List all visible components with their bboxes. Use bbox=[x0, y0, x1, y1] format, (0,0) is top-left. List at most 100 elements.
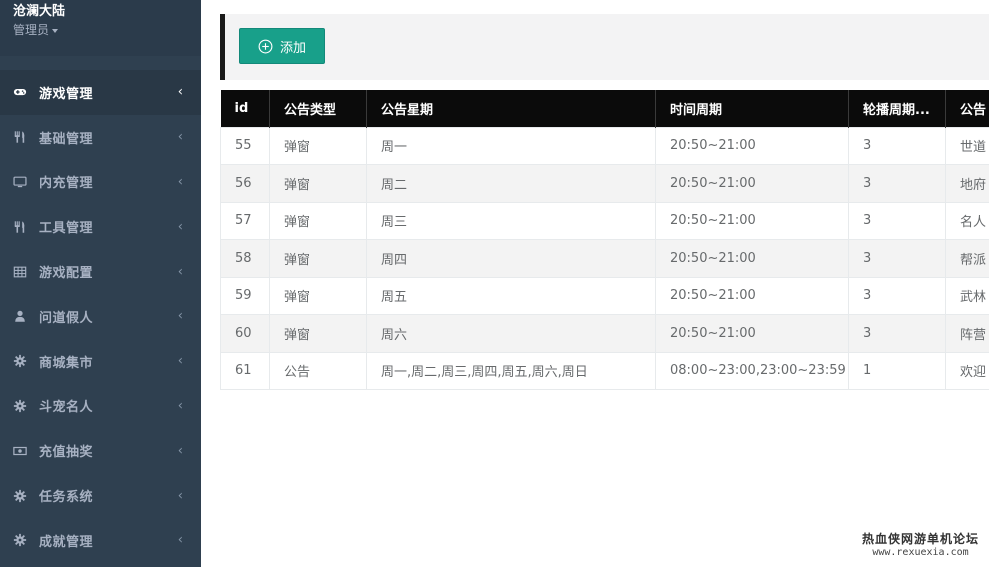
table-cell: 名人 bbox=[945, 201, 989, 240]
main-content: 添加 id 公告类型 公告星期 时间周期 轮播周期... 公告 55 弹窗 周一 20:50~2… bbox=[201, 0, 989, 567]
money-icon bbox=[13, 444, 27, 458]
sidebar-item-label: 游戏管理 bbox=[39, 86, 94, 102]
announcement-table: id 公告类型 公告星期 时间周期 轮播周期... 公告 55 弹窗 周一 20:50~21:0… bbox=[220, 90, 989, 390]
column-header[interactable]: 时间周期 bbox=[655, 90, 849, 127]
gamepad-icon bbox=[13, 85, 27, 99]
table-cell: 20:50~21:00 bbox=[655, 126, 849, 165]
sidebar-menu: 游戏管理 ‹ 基础管理 ‹ 内充管理 ‹ 工具管理 ‹ 游戏配置 ‹ 问道假人 ‹ 商城集市 ‹ 斗宠名人 ‹… bbox=[0, 70, 201, 563]
table-cell: 3 bbox=[848, 239, 946, 278]
table-cell: 20:50~21:00 bbox=[655, 201, 849, 240]
desktop-icon bbox=[13, 175, 27, 189]
table-cell: 周二 bbox=[366, 164, 656, 203]
table-row[interactable]: 57 弹窗 周三 20:50~21:00 3 名人 bbox=[220, 201, 989, 240]
table-cell: 56 bbox=[220, 164, 270, 203]
sidebar-item-label: 成就管理 bbox=[39, 534, 94, 550]
role-dropdown[interactable]: 管理员 bbox=[13, 20, 201, 40]
chevron-left-icon: ‹ bbox=[177, 443, 183, 459]
column-header[interactable]: 轮播周期... bbox=[848, 90, 946, 127]
gear-icon bbox=[13, 399, 27, 413]
table-row[interactable]: 59 弹窗 周五 20:50~21:00 3 武林 bbox=[220, 276, 989, 315]
sidebar-item-1[interactable]: 游戏管理 ‹ bbox=[0, 70, 201, 115]
table-cell: 公告 bbox=[269, 351, 367, 390]
chevron-left-icon: ‹ bbox=[177, 264, 183, 280]
sidebar-item-10[interactable]: 任务系统 ‹ bbox=[0, 473, 201, 518]
chevron-left-icon: ‹ bbox=[177, 488, 183, 504]
chevron-left-icon: ‹ bbox=[177, 129, 183, 145]
sidebar-item-label: 商城集市 bbox=[39, 355, 94, 371]
table-row[interactable]: 56 弹窗 周二 20:50~21:00 3 地府 bbox=[220, 164, 989, 203]
caret-down-icon bbox=[52, 28, 59, 33]
column-header[interactable]: 公告星期 bbox=[366, 90, 656, 127]
chevron-left-icon: ‹ bbox=[177, 308, 183, 324]
table-cell: 3 bbox=[848, 126, 946, 165]
table-cell: 弹窗 bbox=[269, 201, 367, 240]
table-cell: 3 bbox=[848, 314, 946, 353]
role-label: 管理员 bbox=[13, 23, 50, 37]
chevron-left-icon: ‹ bbox=[177, 353, 183, 369]
sidebar-item-label: 游戏配置 bbox=[39, 266, 94, 282]
sidebar-item-8[interactable]: 斗宠名人 ‹ bbox=[0, 384, 201, 429]
sidebar-item-label: 任务系统 bbox=[39, 490, 94, 506]
column-header[interactable]: 公告类型 bbox=[269, 90, 367, 127]
forum-watermark: 热血侠网游单机论坛 www.rexuexia.com bbox=[862, 533, 979, 559]
table-cell: 3 bbox=[848, 164, 946, 203]
sidebar-item-3[interactable]: 内充管理 ‹ bbox=[0, 160, 201, 205]
gear-icon bbox=[13, 533, 27, 547]
table-cell: 弹窗 bbox=[269, 164, 367, 203]
sidebar-item-label: 充值抽奖 bbox=[39, 445, 94, 461]
table-cell: 1 bbox=[848, 351, 946, 390]
sidebar-item-label: 工具管理 bbox=[39, 221, 94, 237]
table-cell: 弹窗 bbox=[269, 276, 367, 315]
table-cell: 3 bbox=[848, 201, 946, 240]
chevron-left-icon: ‹ bbox=[177, 532, 183, 548]
column-header[interactable]: 公告 bbox=[945, 90, 989, 127]
table-cell: 20:50~21:00 bbox=[655, 239, 849, 278]
sidebar-item-11[interactable]: 成就管理 ‹ bbox=[0, 518, 201, 563]
table-cell: 3 bbox=[848, 276, 946, 315]
table-cell: 周四 bbox=[366, 239, 656, 278]
sidebar-item-label: 斗宠名人 bbox=[39, 400, 94, 416]
table-row[interactable]: 55 弹窗 周一 20:50~21:00 3 世道 bbox=[220, 126, 989, 165]
sidebar-item-7[interactable]: 商城集市 ‹ bbox=[0, 339, 201, 384]
add-button-label: 添加 bbox=[279, 40, 306, 56]
sidebar-item-2[interactable]: 基础管理 ‹ bbox=[0, 115, 201, 160]
watermark-title: 热血侠网游单机论坛 bbox=[861, 532, 979, 546]
table-row[interactable]: 61 公告 周一,周二,周三,周四,周五,周六,周日 08:00~23:00,23:0… bbox=[220, 351, 989, 390]
table-row[interactable]: 58 弹窗 周四 20:50~21:00 3 帮派 bbox=[220, 239, 989, 278]
sidebar-item-4[interactable]: 工具管理 ‹ bbox=[0, 204, 201, 249]
table-cell: 世道 bbox=[945, 126, 989, 165]
sidebar-item-5[interactable]: 游戏配置 ‹ bbox=[0, 249, 201, 294]
watermark-url: www.rexuexia.com bbox=[872, 547, 969, 558]
sidebar-item-9[interactable]: 充值抽奖 ‹ bbox=[0, 428, 201, 473]
table-cell: 弹窗 bbox=[269, 314, 367, 353]
sidebar-item-label: 问道假人 bbox=[39, 310, 94, 326]
cutlery-icon bbox=[13, 220, 27, 234]
chevron-left-icon: ‹ bbox=[177, 84, 183, 100]
table-cell: 58 bbox=[220, 239, 270, 278]
table-cell: 弹窗 bbox=[269, 126, 367, 165]
add-button[interactable]: 添加 bbox=[239, 28, 325, 64]
table-cell: 周一,周二,周三,周四,周五,周六,周日 bbox=[366, 351, 656, 390]
sidebar-item-label: 基础管理 bbox=[39, 131, 94, 147]
table-cell: 周一 bbox=[366, 126, 656, 165]
gear-icon bbox=[13, 354, 27, 368]
table-cell: 帮派 bbox=[945, 239, 989, 278]
table-cell: 周五 bbox=[366, 276, 656, 315]
chevron-left-icon: ‹ bbox=[177, 219, 183, 235]
column-header[interactable]: id bbox=[220, 90, 270, 127]
table-icon bbox=[13, 265, 27, 279]
brand-title: 沧澜大陆 bbox=[13, 4, 66, 19]
brand-area: 沧澜大陆 管理员 bbox=[0, 0, 201, 56]
table-cell: 55 bbox=[220, 126, 270, 165]
sidebar-item-6[interactable]: 问道假人 ‹ bbox=[0, 294, 201, 339]
table-cell: 周三 bbox=[366, 201, 656, 240]
table-cell: 阵营 bbox=[945, 314, 989, 353]
table-cell: 武林 bbox=[945, 276, 989, 315]
table-cell: 地府 bbox=[945, 164, 989, 203]
table-cell: 61 bbox=[220, 351, 270, 390]
table-cell: 周六 bbox=[366, 314, 656, 353]
gear-icon bbox=[13, 489, 27, 503]
table-row[interactable]: 60 弹窗 周六 20:50~21:00 3 阵营 bbox=[220, 314, 989, 353]
table-cell: 60 bbox=[220, 314, 270, 353]
table-header-row: id 公告类型 公告星期 时间周期 轮播周期... 公告 bbox=[220, 90, 989, 127]
